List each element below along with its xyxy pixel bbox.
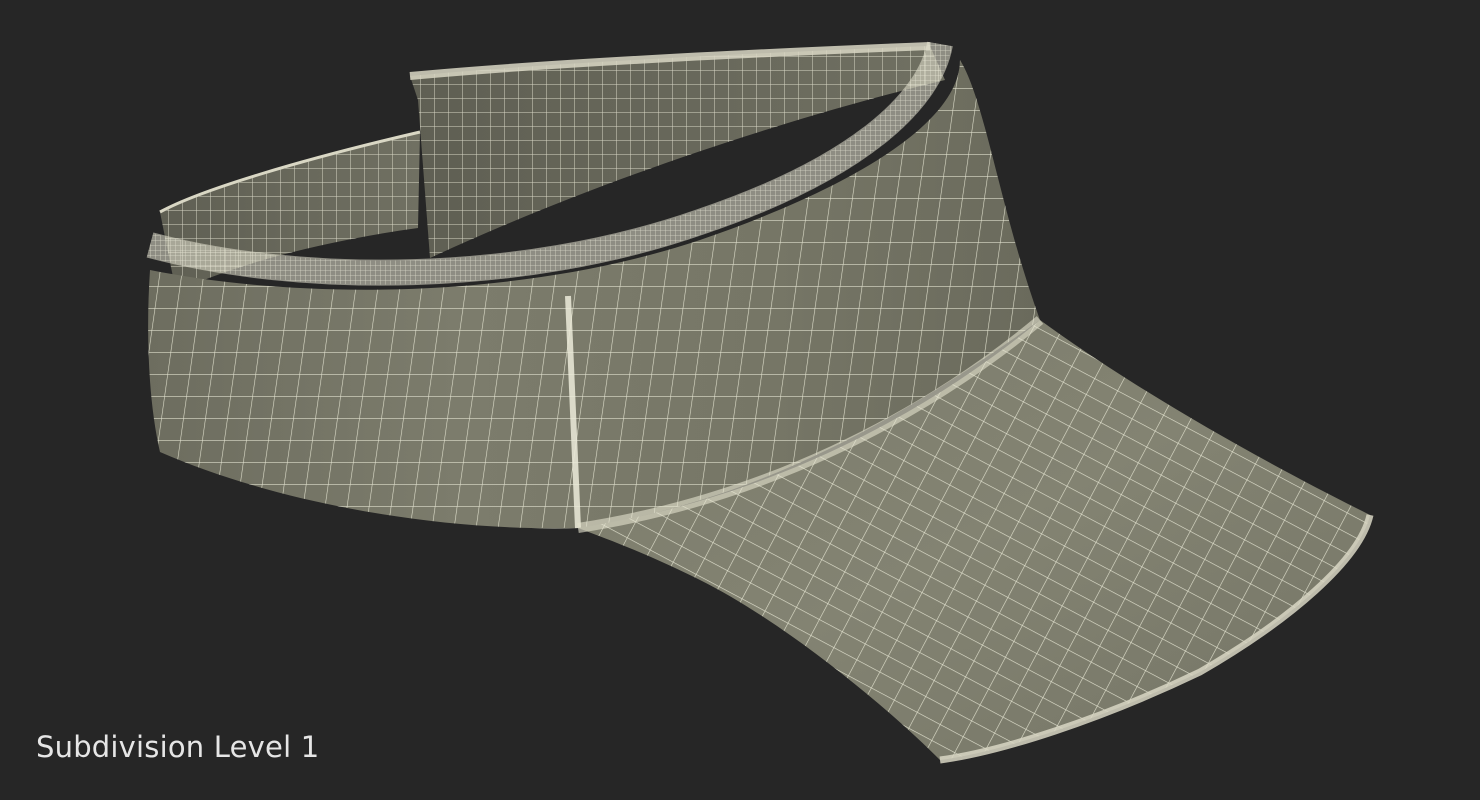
visor-wireframe-render: [146, 41, 1374, 764]
subdivision-level-caption: Subdivision Level 1: [36, 730, 320, 764]
render-viewport: Subdivision Level 1: [0, 0, 1480, 800]
